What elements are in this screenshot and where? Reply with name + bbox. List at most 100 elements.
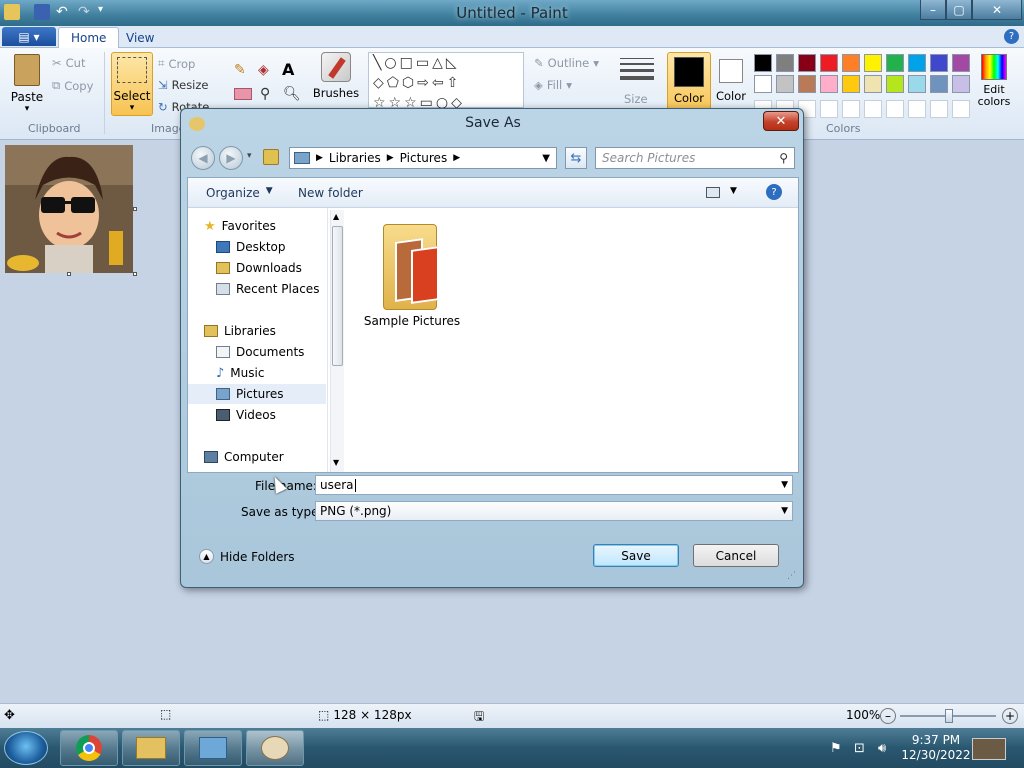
view-dropdown-icon[interactable]: ▼ <box>730 186 737 196</box>
crop-button[interactable]: ⌗ Crop <box>158 56 195 71</box>
palette-swatch[interactable] <box>820 75 838 93</box>
size-lines-icon[interactable] <box>620 58 654 80</box>
nav-recent-places[interactable]: Recent Places <box>188 279 326 299</box>
color2-button[interactable]: Color 2 <box>714 52 748 116</box>
palette-swatch[interactable] <box>930 54 948 72</box>
paint-menu-button[interactable]: ▤ ▾ <box>2 27 56 46</box>
redo-icon[interactable]: ↷ <box>78 4 94 20</box>
file-name-input[interactable]: usera ▼ <box>315 475 793 495</box>
copy-button[interactable]: ⧉ Copy <box>52 78 93 93</box>
select-button[interactable]: Select ▾ <box>111 52 153 116</box>
palette-swatch[interactable] <box>864 75 882 93</box>
search-input[interactable]: Search Pictures ⚲ <box>595 147 795 169</box>
color1-button[interactable]: Color 1 <box>667 52 711 116</box>
paint-app-icon[interactable] <box>4 4 20 20</box>
taskbar-paint-button[interactable] <box>246 730 304 766</box>
color-picker-icon[interactable]: ⚲ <box>260 86 270 102</box>
resize-handle-right[interactable] <box>133 207 137 211</box>
address-bar[interactable]: ▶ Libraries ▶ Pictures ▶ ▼ <box>289 147 557 169</box>
palette-swatch[interactable] <box>798 54 816 72</box>
close-button[interactable]: ✕ <box>972 0 1022 20</box>
palette-swatch[interactable] <box>776 75 794 93</box>
shapes-gallery[interactable]: ╲○□▭△◺ ◇⬠⬡⇨⇦⇧ ☆☆☆▭○◇ <box>368 52 524 111</box>
zoom-slider-thumb[interactable] <box>945 709 953 723</box>
palette-swatch[interactable] <box>864 54 882 72</box>
scroll-thumb[interactable] <box>332 226 343 366</box>
nav-documents[interactable]: Documents <box>188 342 326 362</box>
refresh-button[interactable]: ⇆ <box>565 147 587 169</box>
taskbar-explorer-button[interactable] <box>122 730 180 766</box>
palette-swatch[interactable] <box>952 54 970 72</box>
palette-swatch[interactable] <box>886 75 904 93</box>
breadcrumb-libraries[interactable]: Libraries <box>329 151 381 165</box>
cut-button[interactable]: ✂ Cut <box>52 56 85 70</box>
canvas-image[interactable] <box>5 145 133 273</box>
palette-swatch[interactable] <box>952 75 970 93</box>
palette-swatch[interactable] <box>842 54 860 72</box>
save-quick-icon[interactable] <box>34 4 50 20</box>
action-center-flag-icon[interactable]: ⚑ <box>830 741 842 756</box>
taskbar-control-panel-button[interactable] <box>184 730 242 766</box>
recent-locations-icon[interactable]: ▾ <box>247 151 252 161</box>
nav-libraries[interactable]: Libraries <box>188 321 326 341</box>
palette-swatch[interactable] <box>842 75 860 93</box>
edit-colors-button[interactable]: Edit colors <box>976 54 1012 118</box>
outline-button[interactable]: ✎ Outline ▾ <box>534 56 599 70</box>
scroll-down-icon[interactable]: ▼ <box>333 458 339 467</box>
network-icon[interactable]: ⊡ <box>854 741 865 756</box>
palette-swatch[interactable] <box>754 54 772 72</box>
forward-button[interactable]: ▶ <box>219 146 243 170</box>
back-button[interactable]: ◀ <box>191 146 215 170</box>
dialog-help-icon[interactable]: ? <box>766 184 782 200</box>
brushes-button[interactable]: Brushes <box>313 52 359 114</box>
user-thumbnail[interactable] <box>972 738 1006 760</box>
tab-view[interactable]: View <box>114 27 166 48</box>
resize-handle-bottom[interactable] <box>67 272 71 276</box>
pencil-icon[interactable]: ✎ <box>234 62 252 80</box>
nav-downloads[interactable]: Downloads <box>188 258 326 278</box>
palette-swatch[interactable] <box>820 54 838 72</box>
dialog-close-button[interactable]: ✕ <box>763 111 799 131</box>
search-icon[interactable]: ⚲ <box>779 151 788 165</box>
maximize-button[interactable]: ▢ <box>946 0 972 20</box>
clock[interactable]: 9:37 PM 12/30/2022 <box>900 733 972 763</box>
resize-grip[interactable]: ⋰ <box>787 571 796 581</box>
palette-swatch[interactable] <box>776 54 794 72</box>
new-folder-button[interactable]: New folder <box>298 186 363 200</box>
start-button[interactable] <box>4 731 48 765</box>
nav-videos[interactable]: Videos <box>188 405 326 425</box>
hide-folders-button[interactable]: ▲ Hide Folders <box>199 549 295 564</box>
help-icon[interactable]: ? <box>1004 29 1019 44</box>
eraser-icon[interactable] <box>234 88 252 100</box>
nav-pictures[interactable]: Pictures <box>188 384 326 404</box>
paste-button[interactable]: Paste ▾ <box>8 54 46 114</box>
fill-button[interactable]: ◈ Fill ▾ <box>534 78 572 92</box>
up-folder-icon[interactable] <box>263 149 279 165</box>
scroll-up-icon[interactable]: ▲ <box>333 212 339 221</box>
type-dropdown-icon[interactable]: ▼ <box>781 506 788 516</box>
navigation-scrollbar[interactable]: ▲ ▼ <box>330 210 344 472</box>
file-name-dropdown-icon[interactable]: ▼ <box>781 480 788 490</box>
organize-button[interactable]: Organize ▼ <box>206 186 273 200</box>
fill-bucket-icon[interactable]: ◈ <box>258 62 276 80</box>
address-dropdown-icon[interactable]: ▼ <box>542 153 550 164</box>
palette-swatch[interactable] <box>754 75 772 93</box>
view-options-icon[interactable] <box>706 187 720 198</box>
cancel-button[interactable]: Cancel <box>693 544 779 567</box>
palette-swatch[interactable] <box>908 75 926 93</box>
palette-swatch[interactable] <box>930 75 948 93</box>
save-as-type-select[interactable]: PNG (*.png) ▼ <box>315 501 793 521</box>
nav-music[interactable]: ♪ Music <box>188 363 326 383</box>
save-button[interactable]: Save <box>593 544 679 567</box>
taskbar-chrome-button[interactable] <box>60 730 118 766</box>
zoom-in-button[interactable]: + <box>1002 708 1018 724</box>
resize-button[interactable]: ⇲ Resize <box>158 78 209 92</box>
resize-handle-corner[interactable] <box>133 272 137 276</box>
volume-icon[interactable]: 🔊︎ <box>878 741 886 756</box>
tab-home[interactable]: Home <box>58 27 120 48</box>
undo-icon[interactable]: ↶ <box>56 4 72 20</box>
palette-swatch[interactable] <box>908 54 926 72</box>
breadcrumb-pictures[interactable]: Pictures <box>400 151 448 165</box>
nav-desktop[interactable]: Desktop <box>188 237 326 257</box>
nav-favorites[interactable]: ★ Favorites <box>188 216 326 236</box>
